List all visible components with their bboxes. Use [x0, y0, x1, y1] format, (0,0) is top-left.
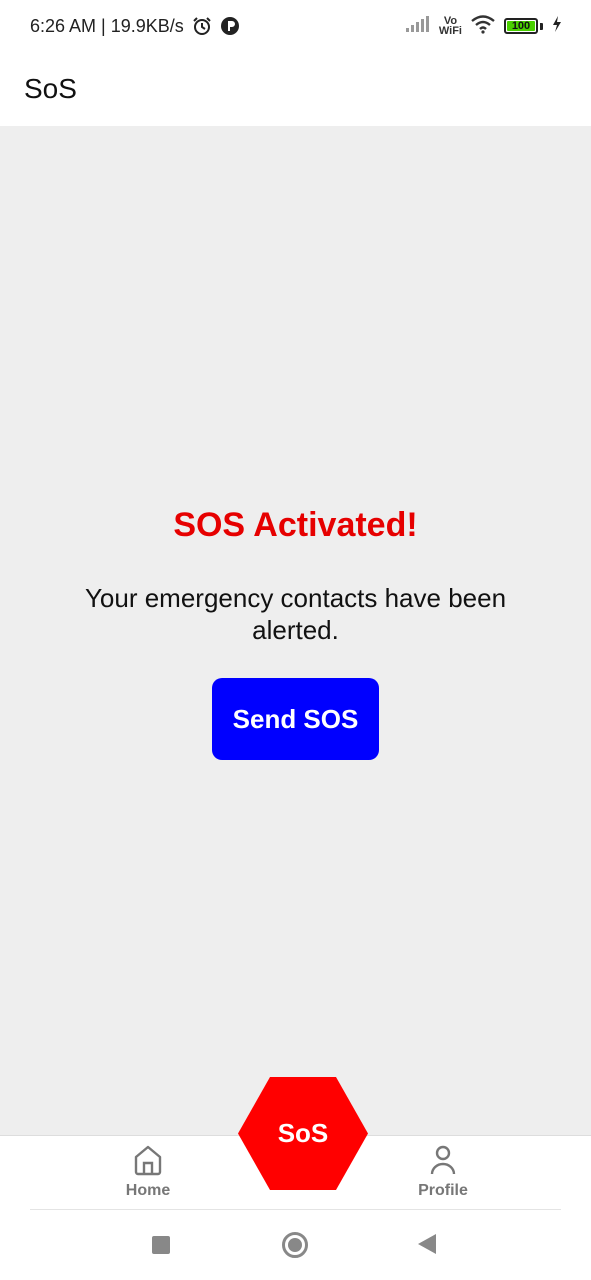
page-title: SoS [24, 73, 77, 104]
wifi-label: WiFi [438, 25, 462, 37]
send-sos-button[interactable]: Send SOS [212, 678, 379, 760]
battery-icon: 100 [504, 18, 538, 34]
app-notification-icon [220, 16, 240, 36]
home-circle-inner [288, 1238, 302, 1252]
sos-hexagon-label: SoS [277, 1118, 329, 1148]
main-content: SOS Activated! Your emergency contacts h… [0, 126, 591, 1135]
sos-hexagon-button[interactable]: SoS [238, 1077, 368, 1190]
back-icon[interactable] [418, 1234, 436, 1254]
sos-alert-message: Your emergency contacts have been alerte… [84, 583, 507, 645]
signal-icon [405, 15, 431, 38]
status-left: 6:26 AM | 19.9KB/s [30, 16, 240, 37]
battery-level: 100 [511, 20, 531, 32]
alarm-icon [192, 16, 212, 36]
status-time-speed: 6:26 AM | 19.9KB/s [30, 15, 184, 36]
system-nav-bar [0, 1210, 591, 1280]
nav-item-profile[interactable]: Profile [383, 1144, 503, 1200]
vowifi-indicator: Vo WiFi [438, 16, 462, 37]
nav-item-home[interactable]: Home [88, 1144, 208, 1200]
status-right: Vo WiFi 100 [405, 14, 563, 39]
app-bar: SoS [0, 52, 591, 126]
sos-activated-heading: SOS Activated! [173, 506, 418, 544]
nav-label-profile: Profile [418, 1182, 468, 1199]
person-icon [428, 1144, 458, 1176]
recents-icon[interactable] [152, 1236, 170, 1254]
nav-label-home: Home [125, 1182, 171, 1199]
home-circle-icon[interactable] [282, 1232, 308, 1258]
status-bar: 6:26 AM | 19.9KB/s Vo WiFi 100 [0, 0, 591, 52]
battery-tip [540, 22, 543, 30]
home-icon [133, 1144, 163, 1176]
wifi-icon [470, 14, 496, 39]
charging-icon [551, 15, 563, 38]
